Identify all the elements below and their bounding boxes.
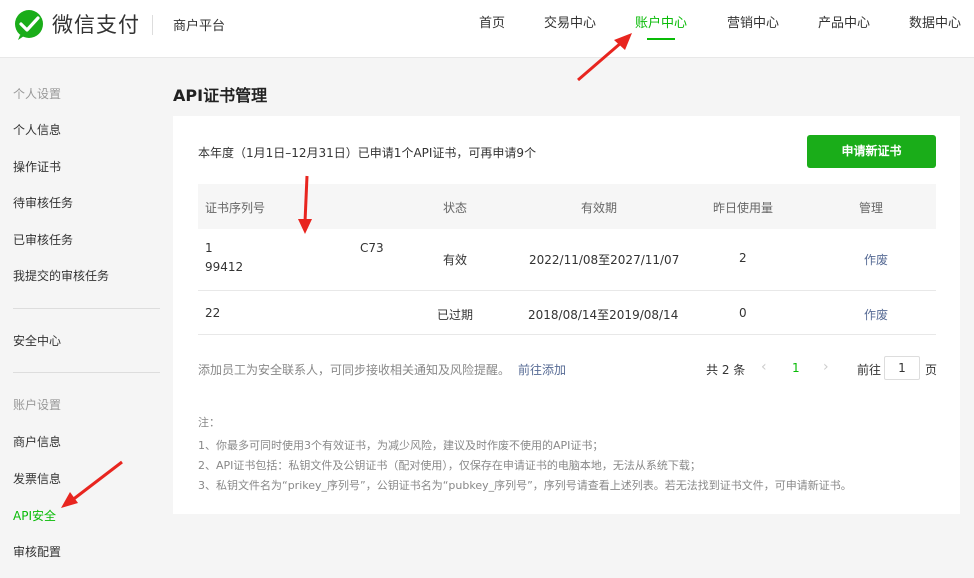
arrow-to-serial-number-icon (298, 175, 312, 234)
annotation-arrows (61, 33, 632, 508)
arrow-to-account-center-icon (577, 33, 632, 82)
arrow-to-api-security-icon (61, 460, 123, 508)
